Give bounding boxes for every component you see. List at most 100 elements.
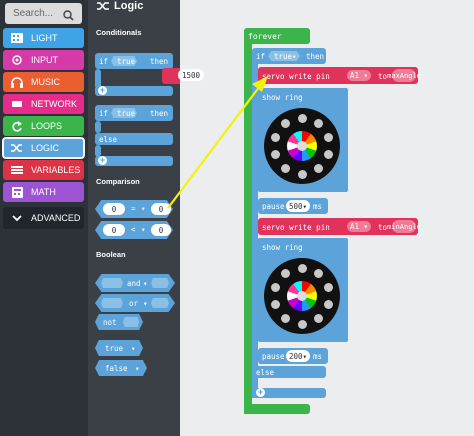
light-icon [10,32,24,44]
add-else-icon[interactable]: + [98,86,107,95]
if-keyword: if [256,52,266,61]
ring-led[interactable] [297,319,307,329]
category-math[interactable]: MATH [3,182,84,202]
servo-label: servo write pin [262,72,330,81]
ring-led[interactable] [281,118,291,128]
dropdown-icon[interactable]: ▾ [131,344,136,353]
list-icon [10,164,24,176]
category-logic[interactable]: LOGIC [2,137,85,159]
and-block[interactable]: and ▾ [95,274,175,292]
logic-flyout: Logic Conditionals if true then + if tru… [88,0,180,436]
pause-value: 200 [288,351,303,361]
partial-value-input[interactable]: 1500 [178,69,204,81]
add-elseif-icon[interactable]: + [98,156,107,165]
if-then-block[interactable]: if true ▾ then [252,48,326,64]
less-than-compare-block[interactable]: 0 < ▾ 0 [95,221,173,239]
ring-led[interactable] [313,118,323,128]
equals-compare-block[interactable]: 0 = ▾ 0 [95,200,173,218]
pin-dropdown[interactable]: A1 ▾ [347,70,371,81]
or-left-slot[interactable] [101,298,123,308]
ring-led[interactable] [281,164,291,174]
forever-block-header[interactable]: forever [244,28,310,44]
if-keyword: if [99,109,109,118]
search-icon[interactable] [63,8,74,26]
left-operand[interactable]: 0 [103,203,125,215]
if-else-footer: + [95,156,173,166]
right-operand[interactable]: 0 [151,224,171,236]
true-value: true [105,344,124,353]
then-keyword: then [150,109,169,118]
ring-led[interactable] [324,150,334,160]
ring-board[interactable] [264,258,340,334]
not-slot[interactable] [123,317,139,327]
angle-variable[interactable]: minAngle [387,220,421,233]
true-block[interactable]: true ▾ [95,340,143,356]
if-then-block[interactable]: if true then [95,53,173,69]
pause-label: pause [262,352,285,361]
network-icon [10,98,24,110]
category-variables[interactable]: VARIABLES [3,160,84,180]
category-input[interactable]: INPUT [3,50,84,70]
servo-write-block[interactable]: servo write pin A1 ▾ to minAngle [258,218,421,235]
loop-icon [10,120,24,132]
operator-dropdown-icon[interactable]: ▾ [143,279,148,288]
operator-dropdown-icon[interactable]: ▾ [141,204,146,213]
ring-led[interactable] [281,314,291,324]
ring-led[interactable] [324,132,334,142]
category-light[interactable]: LIGHT [3,28,84,48]
category-advanced[interactable]: ADVANCED [3,207,84,229]
ring-led[interactable] [270,300,280,310]
if-mouth [95,121,101,133]
pause-block[interactable]: pause 200 ▾ ms [258,348,328,364]
category-loops[interactable]: LOOPS [3,116,84,136]
category-label: LIGHT [31,33,58,43]
ring-led[interactable] [313,314,323,324]
ring-led[interactable] [297,263,307,273]
operator-dropdown-icon[interactable]: ▾ [141,225,146,234]
show-ring-label: show ring [262,93,303,102]
pin-value: A1 [349,71,359,80]
search-box[interactable]: Search... [5,3,82,24]
category-label: MATH [31,187,56,197]
and-right-slot[interactable] [151,278,169,288]
ring-led[interactable] [270,282,280,292]
ring-led[interactable] [281,268,291,278]
dropdown-icon[interactable]: ▾ [135,364,140,373]
and-left-slot[interactable] [101,278,123,288]
ring-board[interactable] [264,108,340,184]
ring-led[interactable] [270,150,280,160]
add-elseif-icon[interactable]: + [256,388,265,397]
operator: = [131,204,136,213]
dropdown-icon[interactable]: ▾ [292,52,297,61]
right-operand[interactable]: 0 [151,203,171,215]
angle-variable[interactable]: maxAngle [387,69,421,82]
ring-led[interactable] [324,300,334,310]
flyout-title: Logic [97,0,143,12]
category-network[interactable]: NETWORK [3,94,84,114]
or-right-slot[interactable] [151,298,169,308]
or-operator: or [129,299,139,308]
if-then-else-block[interactable]: if true then [95,105,173,121]
show-ring-block[interactable]: show ring [258,238,348,342]
show-ring-block[interactable]: show ring [258,88,348,192]
section-boolean: Boolean [96,250,126,259]
category-music[interactable]: MUSIC [3,72,84,92]
servo-write-block[interactable]: servo write pin A1 ▾ to maxAngle [258,67,421,84]
pause-duration[interactable]: 500 ▾ [286,200,310,212]
ring-led[interactable] [270,132,280,142]
false-block[interactable]: false ▾ [95,360,147,376]
pause-duration[interactable]: 200 ▾ [286,350,310,362]
ring-led[interactable] [313,164,323,174]
ring-led[interactable] [313,268,323,278]
input-icon [10,54,24,66]
to-keyword: to [378,223,388,232]
left-operand[interactable]: 0 [103,224,125,236]
not-block[interactable]: not [95,314,143,330]
pin-dropdown[interactable]: A1 ▾ [347,221,371,232]
ring-led[interactable] [297,113,307,123]
pause-block[interactable]: pause 500 ▾ ms [258,198,328,214]
or-block[interactable]: or ▾ [95,294,175,312]
ring-led[interactable] [297,169,307,179]
ring-led[interactable] [324,282,334,292]
operator-dropdown-icon[interactable]: ▾ [143,299,148,308]
